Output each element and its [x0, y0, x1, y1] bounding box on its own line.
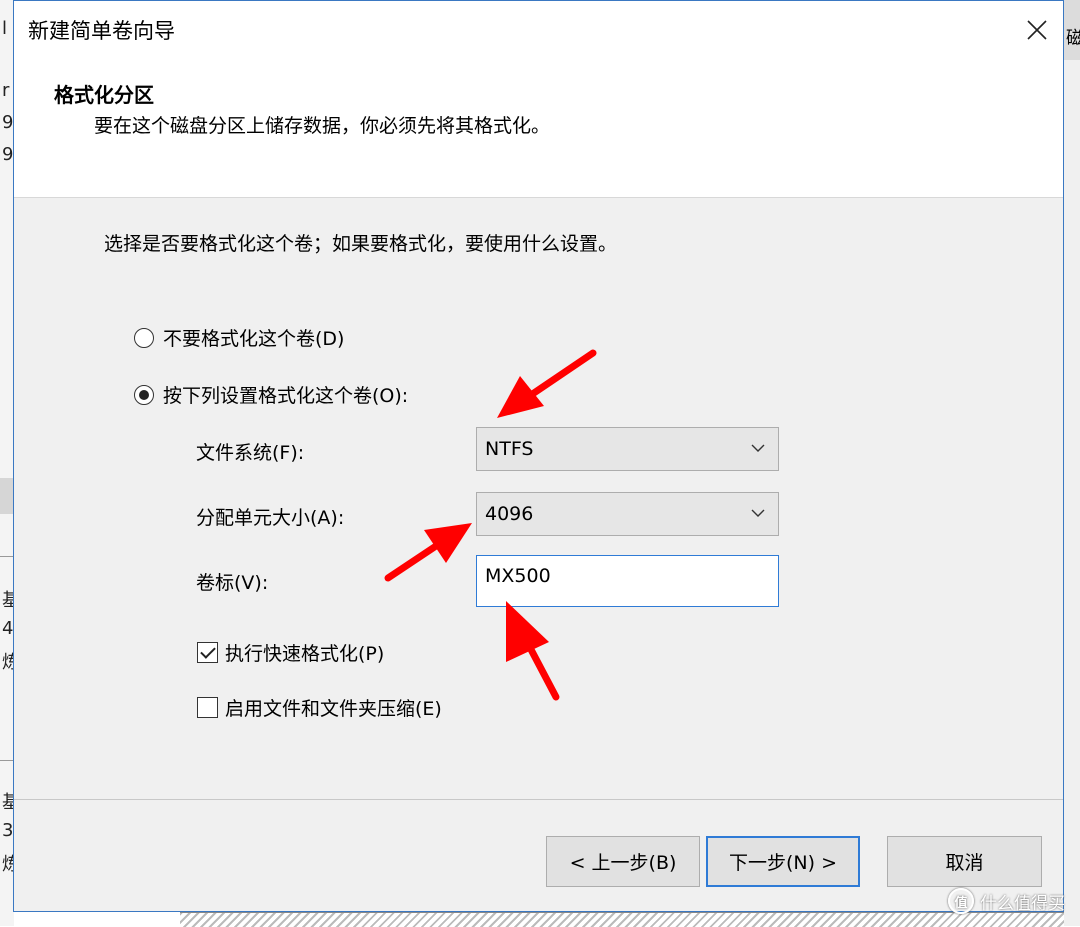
watermark: 值 什么值得买 — [948, 888, 1065, 914]
watermark-text: 什么值得买 — [980, 893, 1065, 914]
annotation-arrows — [384, 349, 597, 701]
watermark-logo: 值 — [948, 888, 974, 914]
annotation-arrow-volume-label — [506, 601, 560, 701]
annotation-arrow-filesystem — [497, 349, 597, 418]
annotation-arrow-allocation — [384, 523, 472, 582]
